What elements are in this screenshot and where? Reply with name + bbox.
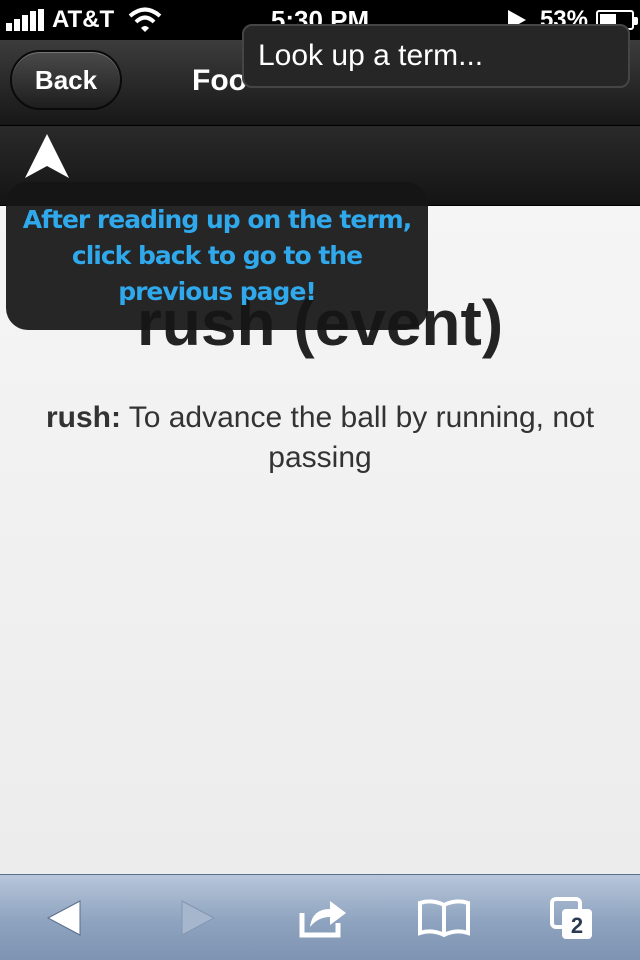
term-name: rush: bbox=[45, 401, 121, 434]
search-input[interactable]: Look up a term... bbox=[242, 24, 630, 88]
browser-toolbar: 2 bbox=[0, 874, 640, 960]
bookmarks-icon[interactable] bbox=[416, 893, 472, 943]
definition-text: To advance the ball by running, not pass… bbox=[120, 401, 595, 474]
back-button[interactable]: Back bbox=[10, 50, 122, 110]
tabs-icon[interactable]: 2 bbox=[546, 893, 602, 943]
term-definition: rush: To advance the ball by running, no… bbox=[40, 398, 600, 478]
nav-title: Foo bbox=[192, 64, 247, 97]
back-arrow-icon[interactable] bbox=[40, 893, 96, 943]
help-tooltip: After reading up on the term, click back… bbox=[6, 182, 428, 330]
tab-count: 2 bbox=[571, 913, 583, 938]
battery-nub bbox=[634, 17, 638, 25]
share-icon[interactable] bbox=[296, 893, 352, 943]
forward-arrow-icon[interactable] bbox=[166, 893, 222, 943]
up-arrow-icon bbox=[25, 134, 69, 178]
